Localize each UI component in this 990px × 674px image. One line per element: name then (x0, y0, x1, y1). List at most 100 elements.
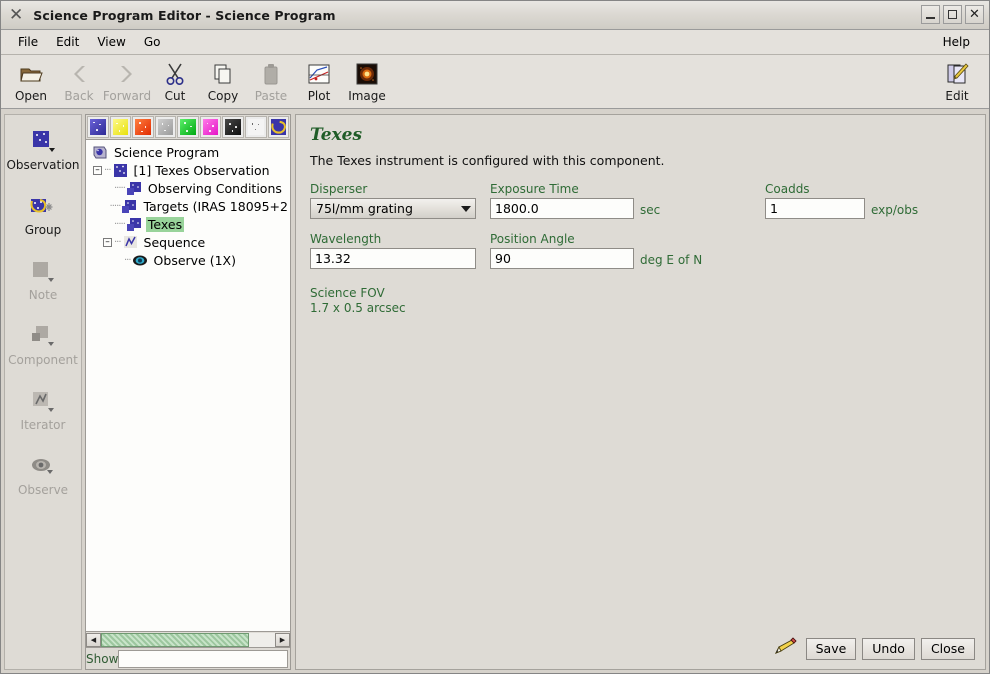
minimize-icon (926, 17, 935, 19)
x-logo-icon: ✕ (9, 4, 24, 25)
palette-swatch-yellow[interactable] (109, 116, 132, 138)
label-wavelength: Wavelength (310, 232, 382, 246)
tree-node-texes[interactable]: ····· Texes (90, 215, 290, 233)
swatch-group (270, 119, 287, 135)
toolbar-back-button[interactable]: Back (55, 59, 103, 103)
science-fov-value: 1.7 x 0.5 arcsec (310, 301, 406, 315)
menu-file[interactable]: File (9, 32, 47, 52)
menu-bar: File Edit View Go Help (1, 30, 989, 55)
component-icon (29, 320, 57, 350)
tree-connector: ··· (114, 236, 121, 248)
swatch-red (135, 119, 151, 135)
rail-item-note[interactable]: Note (5, 255, 81, 302)
swatch-black (225, 119, 241, 135)
toolbar-open-button[interactable]: Open (7, 59, 55, 103)
close-icon: ✕ (969, 7, 980, 22)
menu-go[interactable]: Go (135, 32, 170, 52)
rail-item-component[interactable]: Component (5, 320, 81, 367)
edit-pencil-icon (945, 61, 969, 87)
scroll-left-arrow-icon[interactable]: ◀ (86, 632, 101, 647)
tree-label-texes-observation: [1] Texes Observation (133, 162, 270, 178)
close-button-editor[interactable]: Close (920, 637, 975, 660)
program-tree[interactable]: Science Program – ··· [1] Texes Observat… (85, 140, 291, 632)
rail-item-observation[interactable]: Observation (5, 125, 81, 172)
palette-swatch-blue[interactable] (87, 116, 109, 138)
palette-swatch-white[interactable] (244, 116, 267, 138)
menu-view[interactable]: View (88, 32, 134, 52)
toolbar-cut-button[interactable]: Cut (151, 59, 199, 103)
toolbar-paste-button[interactable]: Paste (247, 59, 295, 103)
tree-expander-sequence[interactable]: – (103, 237, 112, 247)
field-row-1: Disperser 75l/mm grating Exposure Time s… (308, 182, 973, 232)
scroll-track[interactable] (101, 632, 275, 647)
menu-help[interactable]: Help (934, 32, 979, 52)
palette-swatch-red[interactable] (132, 116, 154, 138)
title-bar: ✕ Science Program Editor - Science Progr… (1, 1, 989, 30)
tree-label-targets: Targets (IRAS 18095+2 (143, 198, 288, 214)
toolbar-copy-label: Copy (207, 89, 239, 103)
palette-swatch-group[interactable] (267, 116, 290, 138)
tree-node-targets[interactable]: ····· Targets (IRAS 18095+2 (90, 197, 290, 215)
tree-connector: ····· (109, 200, 122, 212)
tree-node-observe[interactable]: ··· Observe (1X) (90, 251, 290, 269)
minimize-button[interactable] (921, 5, 940, 24)
tree-label-science-program: Science Program (114, 144, 220, 160)
disperser-select[interactable]: 75l/mm grating (310, 198, 476, 219)
tree-horizontal-scrollbar[interactable]: ◀ ▶ (85, 632, 291, 648)
unit-exposure-time: sec (640, 202, 661, 217)
toolbar-image-label: Image (348, 89, 386, 103)
maximize-button[interactable] (943, 5, 962, 24)
tree-connector: ··· (124, 254, 131, 266)
toolbar-cut-label: Cut (164, 89, 186, 103)
toolbar-plot-button[interactable]: Plot (295, 59, 343, 103)
tree-node-science-program[interactable]: Science Program (90, 143, 290, 161)
scroll-thumb[interactable] (101, 632, 249, 647)
window-title: Science Program Editor - Science Program (33, 7, 336, 23)
scroll-right-arrow-icon[interactable]: ▶ (275, 632, 290, 647)
exposure-time-input[interactable] (490, 198, 634, 219)
unit-coadds: exp/obs (871, 202, 919, 217)
swatch-gray (157, 119, 174, 135)
tree-node-texes-observation[interactable]: – ··· [1] Texes Observation (90, 161, 290, 179)
clipboard-icon (261, 61, 281, 87)
component-icon (121, 199, 137, 214)
toolbar-edit-button[interactable]: Edit (933, 59, 981, 103)
toolbar-forward-button[interactable]: Forward (103, 59, 151, 103)
position-angle-input[interactable] (490, 248, 634, 269)
save-button[interactable]: Save (805, 637, 857, 660)
tree-connector: ····· (114, 218, 126, 230)
observe-eye-icon (28, 450, 58, 480)
coadds-input[interactable] (765, 198, 865, 219)
undo-button[interactable]: Undo (862, 637, 915, 660)
toolbar-copy-button[interactable]: Copy (199, 59, 247, 103)
toolbar-plot-label: Plot (307, 89, 331, 103)
palette-swatch-gray[interactable] (154, 116, 177, 138)
editor-description: The Texes instrument is configured with … (310, 153, 665, 168)
tree-label-observing-conditions: Observing Conditions (147, 180, 282, 196)
editor-panel: Texes The Texes instrument is configured… (295, 114, 986, 670)
wavelength-input[interactable] (310, 248, 476, 269)
iterator-icon (29, 385, 57, 415)
tree-expander-observation[interactable]: – (93, 165, 102, 175)
tree-node-observing-conditions[interactable]: ····· Observing Conditions (90, 179, 290, 197)
rail-item-group[interactable]: Group (5, 190, 81, 237)
rail-item-observe[interactable]: Observe (5, 450, 81, 497)
palette-swatch-green[interactable] (177, 116, 199, 138)
show-input[interactable] (118, 649, 288, 668)
palette-swatch-magenta[interactable] (199, 116, 222, 138)
toolbar-paste-label: Paste (254, 89, 288, 103)
field-coadds: Coadds exp/obs (765, 182, 918, 219)
science-fov-label: Science FOV (310, 286, 385, 300)
rail-item-iterator[interactable]: Iterator (5, 385, 81, 432)
close-button[interactable]: ✕ (965, 5, 984, 24)
copy-pages-icon (212, 61, 234, 87)
menu-edit[interactable]: Edit (47, 32, 88, 52)
palette-swatch-black[interactable] (222, 116, 244, 138)
toolbar-image-button[interactable]: Image (343, 59, 391, 103)
application-window: ✕ Science Program Editor - Science Progr… (0, 0, 990, 674)
label-exposure-time: Exposure Time (490, 182, 579, 196)
tree-panel: Science Program – ··· [1] Texes Observat… (85, 114, 291, 670)
tree-node-sequence[interactable]: – ··· Sequence (90, 233, 290, 251)
tree-connector: ····· (114, 182, 126, 194)
swatch-magenta (202, 119, 219, 135)
